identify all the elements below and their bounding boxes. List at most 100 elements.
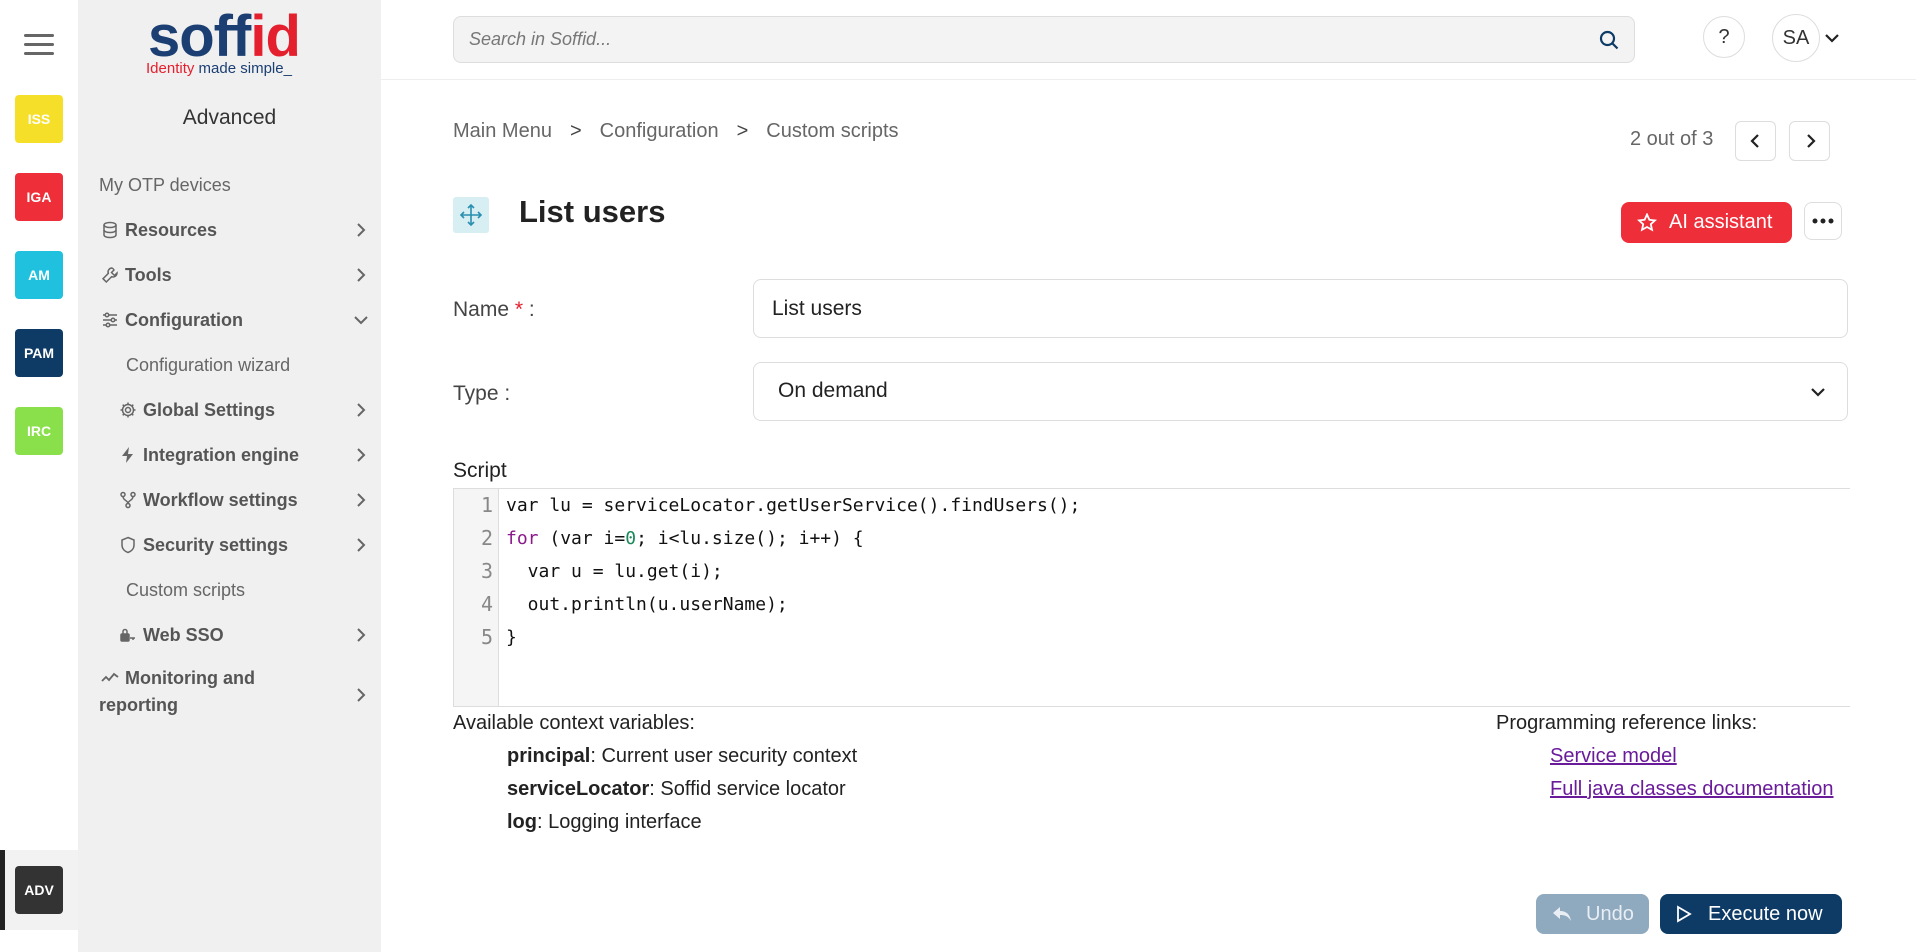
more-options-button[interactable] (1804, 202, 1842, 240)
code-line: var lu = serviceLocator.getUserService()… (506, 495, 1081, 516)
name-field[interactable] (754, 280, 1754, 337)
sidebar-item-monitoring-and-reporting[interactable]: Monitoring and reporting (78, 665, 381, 723)
sidebar-item-security-settings[interactable]: Security settings (78, 525, 381, 565)
sidebar-item-label: Configuration (125, 309, 243, 330)
breadcrumb: Main Menu > Configuration > Custom scrip… (453, 120, 899, 143)
line-number: 3 (480, 559, 493, 583)
sidebar-item-web-sso[interactable]: Web SSO (78, 615, 381, 655)
chevron-left-icon (1749, 134, 1759, 148)
wrench-icon (99, 266, 121, 284)
chevron-right-icon (357, 688, 366, 702)
sidebar-item-label: Configuration wizard (126, 354, 291, 375)
name-label: Name * : (453, 298, 535, 321)
more-horizontal-icon (1812, 218, 1834, 224)
chevron-right-icon (357, 538, 366, 552)
sidebar-item-label: Monitoring and reporting (99, 668, 255, 715)
move-icon[interactable] (453, 197, 489, 233)
play-icon (1677, 905, 1692, 923)
type-select[interactable]: On demand (753, 362, 1848, 421)
code-line: var u = lu.get(i); (506, 561, 723, 582)
app-adv-button[interactable]: ADV (15, 866, 63, 914)
chevron-down-icon[interactable] (1822, 28, 1842, 48)
hamburger-menu-icon[interactable] (24, 34, 54, 56)
service-model-link[interactable]: Service model (1550, 745, 1677, 768)
breadcrumb-main-menu[interactable]: Main Menu (453, 120, 552, 143)
line-number: 4 (480, 592, 493, 616)
help-button[interactable]: ? (1703, 16, 1745, 58)
undo-label: Undo (1586, 902, 1634, 925)
shield-icon (117, 536, 139, 554)
breadcrumb-configuration[interactable]: Configuration (600, 120, 719, 143)
java-docs-link[interactable]: Full java classes documentation (1550, 778, 1833, 801)
script-editor[interactable]: 1 2 3 4 5 var lu = serviceLocator.getUse… (453, 488, 1850, 707)
context-variable: log: Logging interface (507, 811, 702, 833)
sidebar-item-label: Tools (125, 264, 172, 285)
line-number: 5 (480, 625, 493, 649)
app-irc-button[interactable]: IRC (15, 407, 63, 455)
sidebar-item-resources[interactable]: Resources (78, 210, 381, 250)
required-indicator: * (514, 298, 524, 321)
breadcrumb-custom-scripts: Custom scripts (766, 120, 899, 142)
sidebar-item-workflow-settings[interactable]: Workflow settings (78, 480, 381, 520)
app-iss-button[interactable]: ISS (15, 95, 63, 143)
avatar[interactable]: SA (1772, 14, 1820, 62)
chevron-right-icon (357, 223, 366, 237)
code-area: var lu = serviceLocator.getUserService()… (506, 489, 1080, 654)
search-icon[interactable] (1598, 29, 1620, 51)
code-line: out.println(u.userName); (506, 594, 788, 615)
sidebar-item-configuration[interactable]: Configuration (78, 300, 381, 340)
undo-button[interactable]: Undo (1536, 894, 1649, 934)
chevron-right-icon (357, 493, 366, 507)
context-variables-title: Available context variables: (453, 712, 695, 734)
breadcrumb-separator: > (736, 120, 749, 142)
sidebar-item-label: Integration engine (143, 444, 300, 465)
sidebar: soffid Identity made simple_ Advanced My… (78, 0, 381, 952)
execute-now-button[interactable]: Execute now (1660, 894, 1842, 934)
app-rail: ISS IGA AM PAM IRC ADV (0, 0, 78, 952)
active-app-indicator: ADV (0, 850, 78, 930)
sidebar-item-my-otp-devices[interactable]: My OTP devices (78, 165, 381, 205)
soffid-logo[interactable]: soffid Identity made simple_ (78, 0, 381, 82)
search-box (453, 16, 1635, 63)
script-label: Script (453, 459, 507, 482)
chevron-right-icon (1806, 134, 1816, 148)
ai-assistant-label: AI assistant (1669, 211, 1773, 233)
chevron-right-icon (357, 268, 366, 282)
previous-record-button[interactable] (1735, 121, 1776, 161)
app-iga-button[interactable]: IGA (15, 173, 63, 221)
chevron-right-icon (357, 628, 366, 642)
ai-assistant-button[interactable]: AI assistant (1621, 202, 1792, 243)
context-variable: principal: Current user security context (507, 745, 858, 767)
code-line: } (506, 627, 517, 648)
workflow-icon (117, 491, 139, 509)
sidebar-title: Advanced (182, 106, 277, 129)
app-pam-button[interactable]: PAM (15, 329, 63, 377)
bolt-icon (117, 446, 139, 464)
line-number-gutter: 1 2 3 4 5 (454, 489, 499, 706)
search-input[interactable] (454, 17, 1554, 62)
sidebar-item-custom-scripts[interactable]: Custom scripts (78, 570, 381, 610)
line-number: 1 (480, 493, 493, 517)
context-variable: serviceLocator: Soffid service locator (507, 778, 846, 800)
chart-line-icon (99, 668, 121, 686)
chevron-down-icon (1811, 388, 1825, 397)
undo-arrow-icon (1553, 907, 1571, 921)
page-title: List users (519, 194, 666, 229)
sidebar-item-global-settings[interactable]: Global Settings (78, 390, 381, 430)
sidebar-item-integration-engine[interactable]: Integration engine (78, 435, 381, 475)
sidebar-item-label: Web SSO (143, 624, 224, 645)
sidebar-item-configuration-wizard[interactable]: Configuration wizard (78, 345, 381, 385)
sidebar-item-tools[interactable]: Tools (78, 255, 381, 295)
sidebar-item-label: Workflow settings (143, 489, 298, 510)
sidebar-item-label: My OTP devices (99, 174, 231, 195)
breadcrumb-separator: > (569, 120, 582, 142)
type-label: Type : (453, 382, 511, 405)
app-am-button[interactable]: AM (15, 251, 63, 299)
chevron-right-icon (357, 448, 366, 462)
sidebar-item-label: Custom scripts (126, 579, 246, 600)
sidebar-item-label: Security settings (143, 534, 289, 555)
sparkle-star-icon (1637, 212, 1657, 232)
top-bar: ? SA (381, 0, 1916, 80)
next-record-button[interactable] (1789, 121, 1830, 161)
lock-key-icon (117, 626, 139, 644)
